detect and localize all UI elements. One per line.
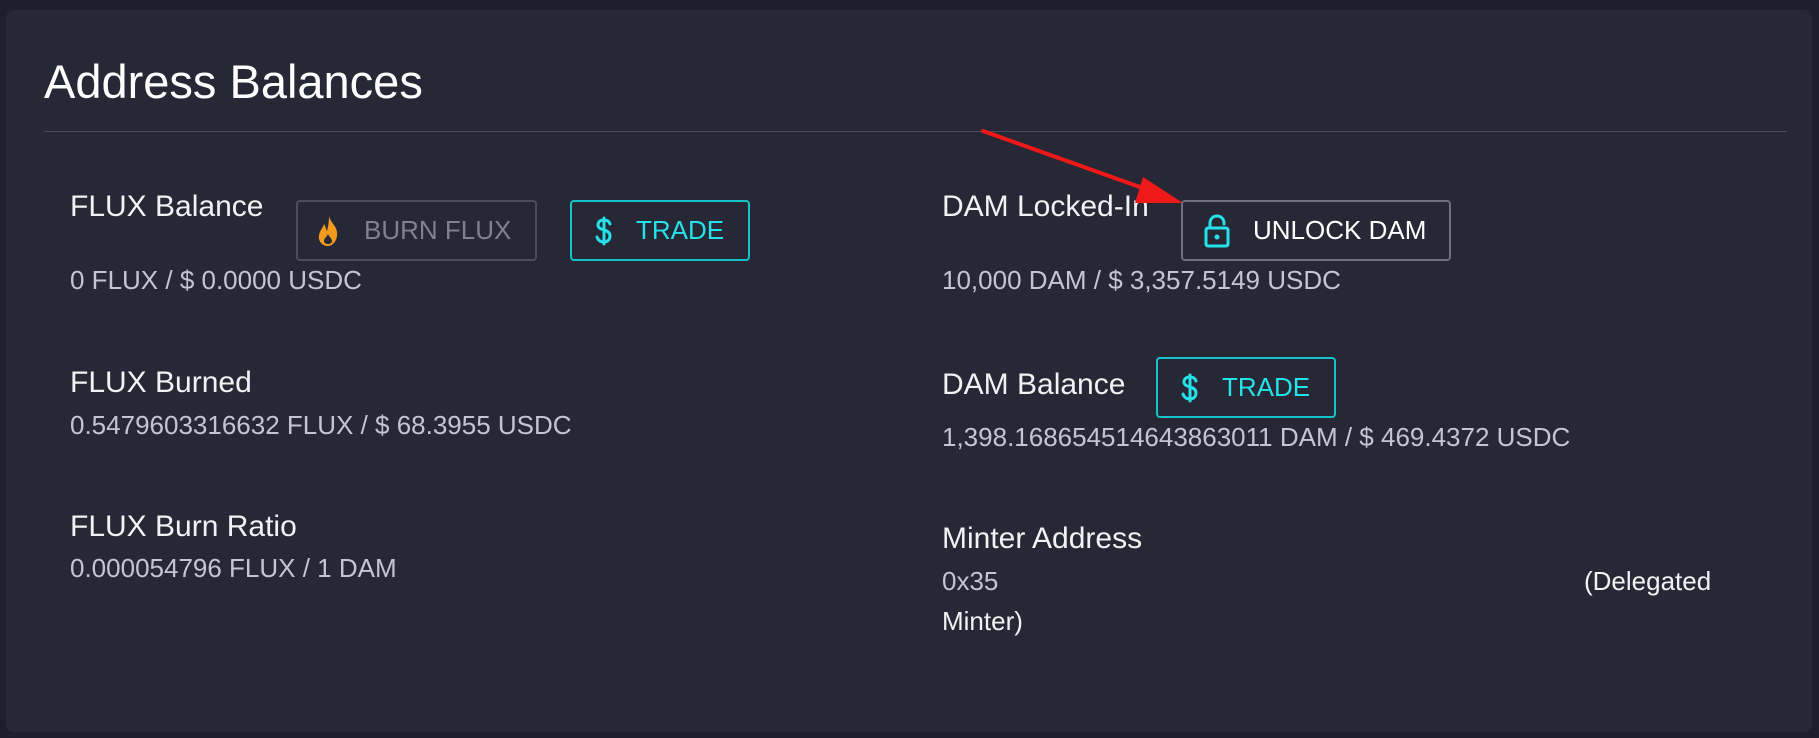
flux-burned-label: FLUX Burned <box>70 366 252 399</box>
lock-open-icon <box>1203 213 1231 248</box>
unlock-dam-label: UNLOCK DAM <box>1253 215 1427 245</box>
flux-trade-button[interactable]: TRADE <box>570 200 750 261</box>
flux-burn-ratio-value: 0.000054796 FLUX / 1 DAM <box>70 553 397 583</box>
dam-locked-label: DAM Locked-In <box>942 190 1149 223</box>
dam-balance-label: DAM Balance <box>942 368 1126 401</box>
delegated-minter-note: (Delegated <box>1584 566 1712 596</box>
dollar-icon <box>1180 373 1200 403</box>
fire-icon <box>316 215 342 247</box>
dam-balance-value: 1,398.168654514643863011 DAM / $ 469.437… <box>942 422 1571 452</box>
minter-address-value: 0x35 <box>942 566 999 596</box>
unlock-dam-button[interactable]: UNLOCK DAM <box>1181 200 1451 261</box>
dam-locked-value: 10,000 DAM / $ 3,357.5149 USDC <box>942 265 1341 295</box>
flux-balance-value: 0 FLUX / $ 0.0000 USDC <box>70 265 362 295</box>
delegated-minter-note-cont: Minter) <box>942 606 1023 636</box>
header-divider <box>44 131 1787 132</box>
burn-flux-label: BURN FLUX <box>364 215 512 245</box>
page-title: Address Balances <box>44 55 423 108</box>
flux-burn-ratio-label: FLUX Burn Ratio <box>70 510 297 543</box>
address-balances-card: Address Balances FLUX Balance BURN FLUX … <box>6 10 1812 732</box>
flux-balance-label: FLUX Balance <box>70 190 264 223</box>
dam-trade-button[interactable]: TRADE <box>1156 357 1336 418</box>
burn-flux-button[interactable]: BURN FLUX <box>296 200 537 261</box>
dam-trade-label: TRADE <box>1222 372 1311 402</box>
flux-burned-value: 0.5479603316632 FLUX / $ 68.3955 USDC <box>70 410 572 440</box>
dollar-icon <box>594 216 614 246</box>
minter-address-label: Minter Address <box>942 522 1143 555</box>
flux-trade-label: TRADE <box>636 215 725 245</box>
